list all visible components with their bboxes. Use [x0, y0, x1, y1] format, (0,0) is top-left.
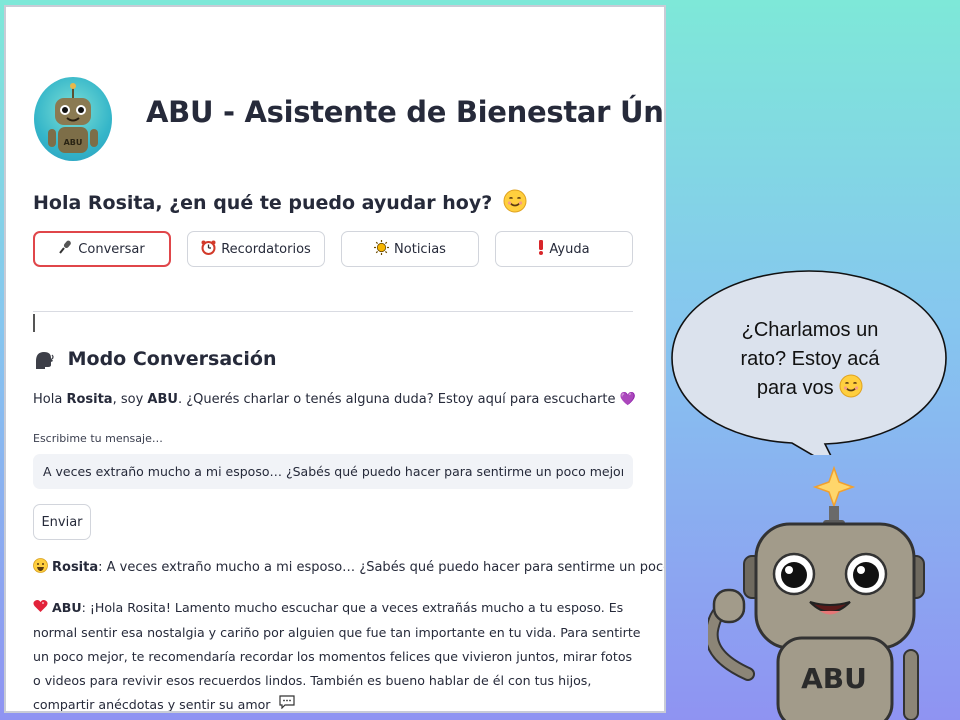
noticias-label: Noticias — [394, 241, 446, 257]
speaking-head-icon — [33, 349, 55, 371]
conversation-title: Modo Conversación — [67, 348, 277, 370]
sparkling-heart-icon — [33, 597, 48, 621]
speech-bubble-text: ¿Charlamos un rato? Estoy acá para vos — [700, 316, 920, 407]
intro-name: Rosita — [66, 392, 113, 407]
chat-message-user: Rosita: A veces extraño mucho a mi espos… — [33, 558, 666, 577]
conversar-button[interactable]: Conversar — [33, 231, 171, 267]
grinning-face-icon — [33, 558, 48, 577]
main-nav: Conversar Recordatorios Noticias Ayuda — [33, 231, 633, 269]
section-divider — [33, 311, 633, 312]
bubble-line-1: ¿Charlamos un — [741, 319, 879, 341]
text-cursor — [33, 314, 35, 332]
smiling-face-icon — [503, 189, 527, 218]
app-header: ABU ABU - Asistente de Bienestar Único — [34, 77, 664, 167]
send-button[interactable]: Enviar — [33, 504, 91, 540]
recordatorios-button[interactable]: Recordatorios — [187, 231, 325, 267]
sun-icon — [374, 239, 390, 259]
smiling-face-icon — [839, 374, 863, 407]
bubble-line-3: para vos — [756, 377, 834, 399]
recordatorios-label: Recordatorios — [221, 241, 311, 257]
abu-avatar: ABU — [34, 77, 112, 161]
bubble-line-3-row: para vos — [700, 374, 920, 407]
sparkle-icon — [812, 465, 856, 509]
robot-avatar-icon: ABU — [48, 83, 98, 153]
chat-bot-name: ABU — [52, 600, 82, 615]
noticias-button[interactable]: Noticias — [341, 231, 479, 267]
chat-user-name: Rosita — [52, 560, 99, 575]
robot-badge-text: ABU — [801, 662, 867, 695]
microphone-icon — [59, 240, 73, 258]
chat-user-text: : A veces extraño mucho a mi esposo… ¿Sa… — [98, 560, 666, 575]
exclamation-icon — [538, 239, 544, 259]
intro-mid: , soy — [112, 392, 148, 407]
page-title: ABU - Asistente de Bienestar Único — [146, 95, 666, 129]
conversation-heading: Modo Conversación — [33, 348, 277, 371]
conversar-label: Conversar — [78, 241, 145, 257]
robot-mascot: ABU — [708, 465, 925, 720]
chat-message-bot: ABU: ¡Hola Rosita! Lamento mucho escucha… — [33, 596, 643, 712]
intro-text: Hola Rosita, soy ABU. ¿Querés charlar o … — [33, 392, 636, 407]
ayuda-button[interactable]: Ayuda — [495, 231, 633, 267]
intro-rest: . ¿Querés charlar o tenés alguna duda? E… — [177, 392, 616, 407]
chat-bot-text: : ¡Hola Rosita! Lamento mucho escuchar q… — [33, 600, 641, 712]
intro-prefix: Hola — [33, 392, 67, 407]
greeting-text: Hola Rosita, ¿en qué te puedo ayudar hoy… — [33, 192, 493, 214]
greeting-heading: Hola Rosita, ¿en qué te puedo ayudar hoy… — [33, 189, 527, 218]
bubble-line-2: rato? Estoy acá — [740, 348, 880, 370]
intro-bot: ABU — [147, 392, 178, 407]
app-window: ABU ABU - Asistente de Bienestar Único H… — [4, 5, 666, 713]
alarm-clock-icon — [201, 240, 216, 259]
avatar-badge-text: ABU — [64, 138, 83, 147]
speech-balloon-icon — [278, 693, 295, 711]
message-input-label: Escribime tu mensaje… — [33, 432, 163, 445]
purple-heart-icon: 💜 — [619, 392, 636, 407]
ayuda-label: Ayuda — [549, 241, 590, 257]
message-input[interactable] — [33, 454, 633, 489]
